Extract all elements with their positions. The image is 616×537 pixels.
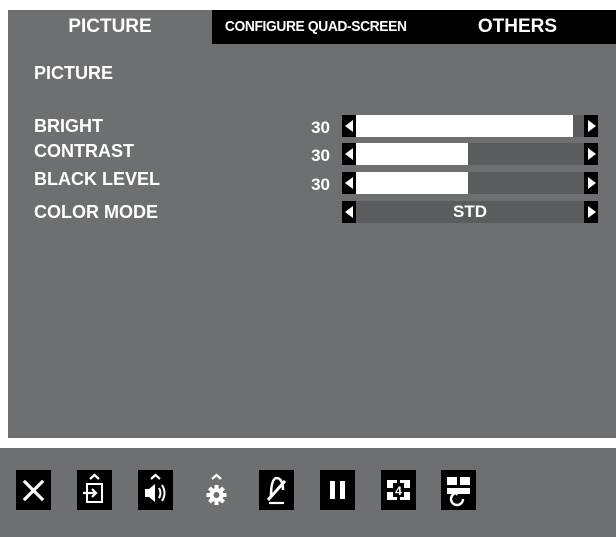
svg-text:4: 4	[395, 484, 402, 498]
menu-tabs: PICTURE CONFIGURE QUAD-SCREEN OTHERS	[8, 10, 616, 44]
setting-row-bright: BRIGHT 30	[8, 115, 616, 137]
mute-mic-icon[interactable]	[259, 470, 294, 510]
slider-fill	[356, 115, 573, 137]
setting-row-black-level: BLACK LEVEL 30	[8, 169, 616, 194]
decrease-arrow-button[interactable]	[342, 143, 356, 165]
decrease-arrow-button[interactable]	[342, 115, 356, 137]
setting-row-color-mode: COLOR MODE STD	[8, 201, 616, 223]
setting-label: BRIGHT	[34, 116, 103, 136]
input-select-icon[interactable]	[77, 470, 112, 510]
increase-arrow-button[interactable]	[584, 172, 598, 194]
slider-fill	[356, 143, 468, 165]
setting-value: 30	[311, 118, 330, 137]
layout-rotate-icon[interactable]	[441, 470, 476, 510]
increase-arrow-button[interactable]	[584, 143, 598, 165]
tab-configure-quad-screen-label: CONFIGURE QUAD-SCREEN	[224, 18, 407, 35]
setting-value: 30	[311, 175, 330, 194]
tab-configure-quad-screen[interactable]: CONFIGURE QUAD-SCREEN	[212, 10, 419, 44]
setting-label: COLOR MODE	[34, 202, 158, 222]
tab-others[interactable]: OTHERS	[419, 10, 616, 44]
contrast-slider[interactable]	[356, 143, 584, 165]
section-title: PICTURE	[34, 63, 114, 83]
volume-icon[interactable]	[138, 470, 173, 510]
settings-icon[interactable]	[199, 470, 234, 510]
pause-icon[interactable]	[320, 470, 355, 510]
setting-value: 30	[311, 146, 330, 165]
decrease-arrow-button[interactable]	[342, 172, 356, 194]
increase-arrow-button[interactable]	[584, 115, 598, 137]
bottom-toolbar: 4	[0, 448, 616, 537]
next-option-button[interactable]	[584, 201, 598, 223]
color-mode-select[interactable]: STD	[356, 201, 584, 223]
bright-slider[interactable]	[356, 115, 584, 137]
quad-4-icon[interactable]: 4	[381, 470, 416, 510]
setting-label: CONTRAST	[34, 141, 134, 161]
setting-row-contrast: CONTRAST 30	[8, 141, 616, 165]
black-level-slider[interactable]	[356, 172, 584, 194]
tab-picture[interactable]: PICTURE	[8, 10, 212, 44]
osd-menu-panel: PICTURE CONFIGURE QUAD-SCREEN OTHERS PIC…	[8, 10, 616, 438]
setting-label: BLACK LEVEL	[34, 169, 160, 189]
slider-fill	[356, 172, 468, 194]
close-icon[interactable]	[16, 470, 51, 510]
previous-option-button[interactable]	[342, 201, 356, 223]
